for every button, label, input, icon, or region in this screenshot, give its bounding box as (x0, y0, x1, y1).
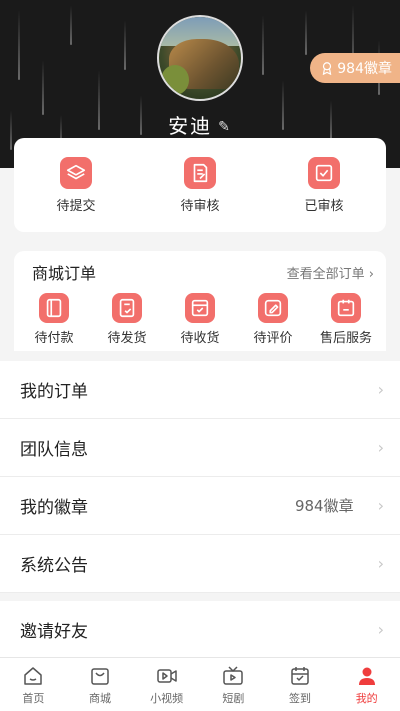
review-reviewed-label: 已审核 (304, 198, 344, 214)
chevron-right-icon: › (377, 620, 384, 639)
shield-check-icon (315, 164, 333, 181)
doc-edit-icon (193, 163, 208, 182)
menu-invite-friends[interactable]: 邀请好友 › (0, 601, 400, 659)
order-after-sales[interactable]: 售后服务 (310, 293, 382, 346)
view-all-orders-link[interactable]: 查看全部订单 › (287, 263, 374, 282)
calendar-service-icon (337, 299, 355, 317)
order-pending-review[interactable]: 待评价 (237, 293, 309, 346)
badge-count-label: 984徽章 (337, 61, 392, 77)
view-all-orders-label: 查看全部订单 (286, 266, 365, 282)
menu-announcements-label: 系统公告 (20, 556, 88, 576)
chevron-right-icon: › (377, 496, 384, 515)
menu-my-orders[interactable]: 我的订单 › (0, 361, 400, 419)
tab-checkin[interactable]: 签到 (267, 658, 334, 711)
order-pending-payment-label: 待付款 (34, 331, 74, 346)
badge-count-pill[interactable]: 984徽章 (310, 53, 400, 83)
order-pending-shipment[interactable]: 待发货 (91, 293, 163, 346)
menu-team-info-label: 团队信息 (20, 440, 88, 460)
order-pending-receipt-label: 待收货 (180, 331, 220, 346)
review-status-card: 待提交 待审核 已审核 (14, 138, 386, 232)
tv-icon (223, 665, 244, 685)
tab-checkin-label: 签到 (289, 691, 312, 705)
avatar[interactable] (157, 15, 243, 101)
menu-my-badges[interactable]: 我的徽章 984徽章 › (0, 477, 400, 535)
video-icon (156, 668, 177, 683)
mall-orders-card: 商城订单 查看全部订单 › 待付款 待发货 待收货 待评价 售后服务 (14, 251, 386, 351)
tab-mine[interactable]: 我的 (333, 658, 400, 711)
profile-menu: 我的订单 › 团队信息 › 我的徽章 984徽章 › 系统公告 › 邀请好友 › (0, 361, 400, 659)
mall-orders-title: 商城订单 (32, 264, 97, 283)
order-after-sales-label: 售后服务 (319, 331, 372, 346)
shopping-bag-icon (91, 667, 109, 685)
order-pending-payment[interactable]: 待付款 (18, 293, 90, 346)
tab-drama[interactable]: 短剧 (200, 658, 267, 711)
calendar-check-icon (291, 666, 309, 685)
order-pending-receipt[interactable]: 待收货 (164, 293, 236, 346)
review-pending-review-label: 待审核 (180, 198, 220, 214)
menu-divider (0, 593, 400, 601)
menu-my-badges-value: 984徽章 (294, 497, 354, 515)
inbox-check-icon (191, 299, 209, 317)
menu-invite-friends-label: 邀请好友 (20, 622, 88, 642)
clipboard-check-icon (119, 298, 135, 318)
review-pending-submit-label: 待提交 (56, 198, 96, 214)
tab-mine-label: 我的 (355, 691, 378, 705)
tab-drama-label: 短剧 (222, 691, 245, 705)
review-pending-review[interactable]: 待审核 (160, 156, 240, 214)
chevron-right-icon: › (377, 438, 384, 457)
bottom-tab-bar: 首页 商城 小视频 短剧 签到 我的 (0, 657, 400, 711)
user-icon (358, 667, 375, 685)
tab-home-label: 首页 (22, 691, 45, 705)
tab-home[interactable]: 首页 (0, 658, 67, 711)
tab-short-video-label: 小视频 (150, 691, 184, 705)
menu-my-badges-label: 我的徽章 (20, 498, 88, 518)
menu-announcements[interactable]: 系统公告 › (0, 535, 400, 593)
review-pending-submit[interactable]: 待提交 (36, 156, 116, 214)
tab-mall-label: 商城 (89, 691, 111, 705)
username: 安迪 (168, 114, 213, 138)
review-reviewed[interactable]: 已审核 (284, 156, 364, 214)
chevron-right-icon: › (377, 380, 384, 399)
menu-my-orders-label: 我的订单 (20, 382, 88, 402)
menu-team-info[interactable]: 团队信息 › (0, 419, 400, 477)
order-pending-shipment-label: 待发货 (107, 331, 147, 346)
chevron-right-icon: › (377, 554, 384, 573)
wallet-icon (46, 298, 62, 318)
layers-icon (66, 164, 86, 179)
tab-short-video[interactable]: 小视频 (133, 658, 200, 711)
home-icon (24, 666, 43, 685)
edit-icon (264, 299, 282, 317)
chevron-right-icon: › (368, 266, 374, 282)
order-pending-review-label: 待评价 (253, 331, 293, 346)
tab-mall[interactable]: 商城 (67, 658, 134, 711)
edit-pencil-icon[interactable]: ✎ (218, 119, 232, 135)
medal-icon (322, 62, 332, 75)
